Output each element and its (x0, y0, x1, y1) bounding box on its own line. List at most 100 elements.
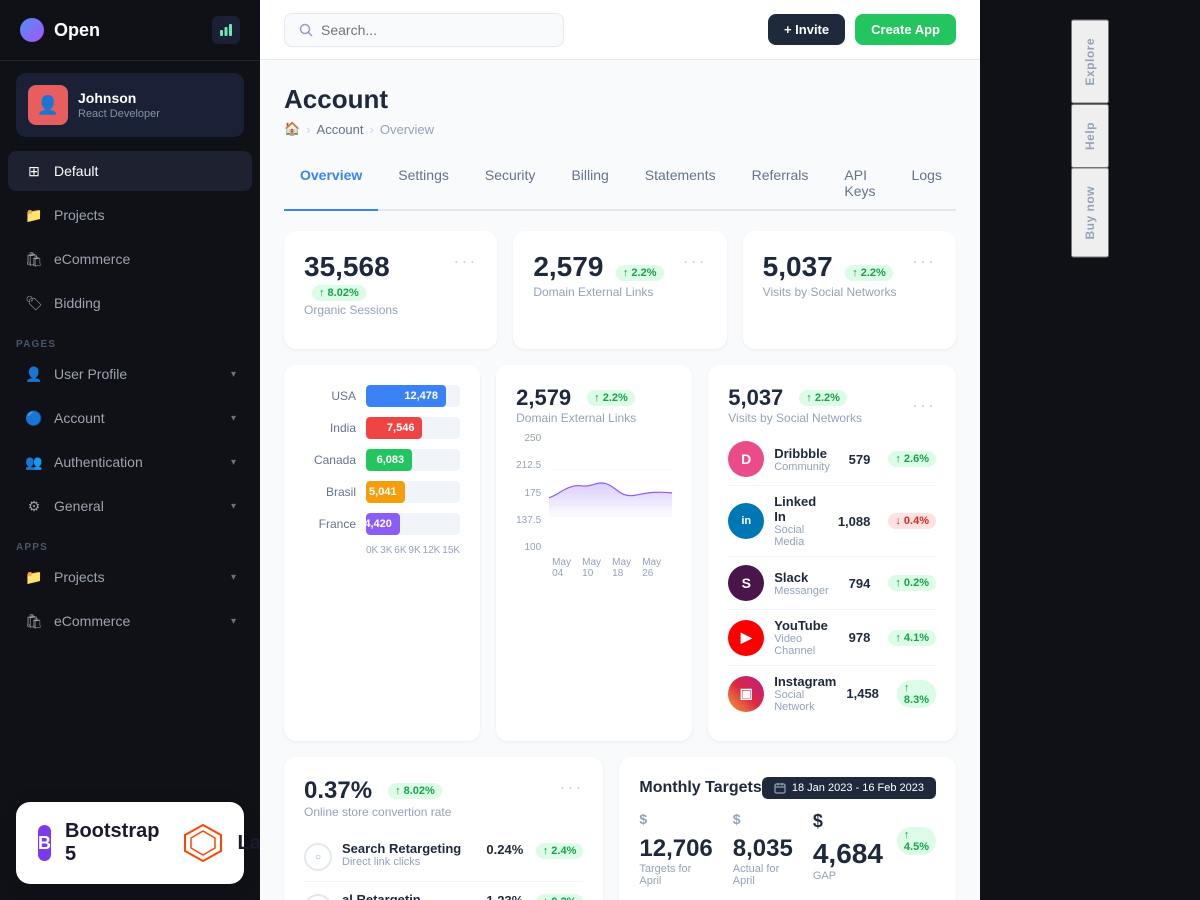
bar-fill-usa: 12,478 (366, 385, 446, 407)
youtube-badge: ↑ 4.1% (888, 630, 936, 646)
sidebar-item-ecommerce[interactable]: 🛍 eCommerce (8, 239, 252, 279)
bar-row-canada: Canada 6,083 (304, 449, 460, 471)
bar-axis: 0K 3K 6K 9K 12K 15K (304, 545, 460, 556)
social-stat-menu[interactable]: ··· (912, 395, 936, 416)
sidebar-item-user-profile[interactable]: 👤 User Profile ▾ (8, 354, 252, 394)
sidebar: Open 👤 Johnson React Developer ⊞ Default… (0, 0, 260, 900)
stat-menu-social[interactable]: ··· (912, 251, 936, 272)
invite-button[interactable]: + Invite (768, 14, 845, 45)
tab-billing[interactable]: Billing (555, 157, 624, 211)
bar-track-india: 7,546 (366, 417, 460, 439)
sidebar-item-label: Bidding (54, 295, 236, 311)
tab-logs[interactable]: Logs (896, 157, 958, 211)
bar-row-india: India 7,546 (304, 417, 460, 439)
social-row-linkedin: in Linked In Social Media 1,088 ↓ 0.4% (728, 486, 936, 557)
folder-icon: 📁 (24, 567, 44, 587)
conversion-menu[interactable]: ··· (559, 777, 583, 798)
tab-api-keys[interactable]: API Keys (828, 157, 891, 211)
dribbble-count: 579 (849, 452, 871, 467)
slack-type: Messanger (774, 585, 838, 597)
sidebar-item-label: Projects (54, 569, 221, 585)
tab-security[interactable]: Security (469, 157, 552, 211)
social-stat-badge: ↑ 2.2% (799, 390, 847, 406)
bootstrap-icon: B (38, 825, 51, 861)
page-title: Account (284, 84, 956, 115)
linkedin-count: 1,088 (838, 514, 871, 529)
stat-menu-sessions[interactable]: ··· (453, 251, 477, 272)
social-row-dribbble: D Dribbble Community 579 ↑ 2.6% (728, 433, 936, 486)
bar-track-usa: 12,478 (366, 385, 460, 407)
social-stat-label: Visits by Social Networks (728, 411, 862, 425)
sidebar-item-general[interactable]: ⚙ General ▾ (8, 486, 252, 526)
person-icon: 👤 (24, 364, 44, 384)
slack-icon: S (728, 565, 764, 601)
tab-referrals[interactable]: Referrals (736, 157, 825, 211)
retarget-badge-search: ↑ 2.4% (536, 843, 584, 859)
sidebar-item-default[interactable]: ⊞ Default (8, 151, 252, 191)
bar-label-usa: USA (304, 389, 356, 403)
conversion-card: 0.37% ↑ 8.02% Online store convertion ra… (284, 757, 603, 900)
monthly-amounts: $ 12,706 Targets for April $ 8,035 Actua… (639, 811, 936, 887)
linkedin-name: Linked In (774, 494, 828, 524)
sidebar-item-label: Authentication (54, 454, 221, 470)
page-header: Account 🏠 › Account › Overview (284, 84, 956, 137)
buy-now-button[interactable]: Buy now (1071, 168, 1109, 258)
stat-badge-sessions: ↑ 8.02% (312, 285, 366, 301)
sidebar-item-projects[interactable]: 📁 Projects (8, 195, 252, 235)
sidebar-item-app-ecommerce[interactable]: 🛍 eCommerce ▾ (8, 601, 252, 641)
line-chart-card: 2,579 ↑ 2.2% Domain External Links 250 2… (496, 365, 692, 741)
stat-label-social: Visits by Social Networks (763, 285, 897, 299)
tab-statements[interactable]: Statements (629, 157, 732, 211)
sidebar-item-app-projects[interactable]: 📁 Projects ▾ (8, 557, 252, 597)
user-card[interactable]: 👤 Johnson React Developer (16, 73, 244, 137)
explore-button[interactable]: Explore (1071, 20, 1109, 104)
sidebar-item-label: eCommerce (54, 251, 236, 267)
social-stat-value: 5,037 (728, 385, 783, 411)
bar-label-india: India (304, 421, 356, 435)
bar-fill-india: 7,546 (366, 417, 422, 439)
bar-track-france: 4,420 (366, 513, 460, 535)
bottom-row: 0.37% ↑ 8.02% Online store convertion ra… (284, 757, 956, 900)
grid-icon: ⊞ (24, 161, 44, 181)
slack-badge: ↑ 0.2% (888, 575, 936, 591)
stat-menu-links[interactable]: ··· (683, 251, 707, 272)
youtube-name: YouTube (774, 618, 838, 633)
bar-fill-canada: 6,083 (366, 449, 412, 471)
youtube-icon: ▶ (728, 620, 764, 656)
line-chart-area: 250 212.5 175 137.5 100 (516, 433, 672, 553)
retarget-row-al: ✉ al Retargetin Direct link clicks 1.23%… (304, 882, 583, 900)
gap-badge: ↑ 4.5% (897, 827, 936, 855)
app-name: Open (54, 20, 100, 41)
chevron-down-icon: ▾ (231, 616, 236, 627)
sidebar-item-label: User Profile (54, 366, 221, 382)
chart-icon[interactable] (212, 16, 240, 44)
content-area: Account 🏠 › Account › Overview Overview … (260, 60, 980, 900)
social-row-instagram: ▣ Instagram Social Network 1,458 ↑ 8.3% (728, 666, 936, 721)
bar-chart-card: USA 12,478 India 7,546 Canada 6,083 (284, 365, 480, 741)
search-input[interactable] (321, 22, 521, 38)
right-panel: Explore Help Buy now (980, 0, 1200, 900)
targets-value: 12,706 (639, 835, 712, 862)
create-app-button[interactable]: Create App (855, 14, 956, 45)
tab-settings[interactable]: Settings (382, 157, 465, 211)
tab-overview[interactable]: Overview (284, 157, 378, 211)
sidebar-item-authentication[interactable]: 👥 Authentication ▾ (8, 442, 252, 482)
dribbble-name: Dribbble (774, 446, 838, 461)
charts-row: USA 12,478 India 7,546 Canada 6,083 (284, 365, 956, 741)
breadcrumb-account[interactable]: Account (317, 122, 364, 137)
sidebar-item-bidding[interactable]: 🏷 Bidding (8, 283, 252, 323)
avatar: 👤 (28, 85, 68, 125)
bar-label-france: France (304, 517, 356, 531)
social-row-slack: S Slack Messanger 794 ↑ 0.2% (728, 557, 936, 610)
linkedin-badge: ↓ 0.4% (888, 513, 936, 529)
home-icon[interactable]: 🏠 (284, 121, 300, 137)
sidebar-item-account[interactable]: 🔵 Account ▾ (8, 398, 252, 438)
retarget-icon-search: ○ (304, 843, 332, 871)
bar-track-canada: 6,083 (366, 449, 460, 471)
chevron-down-icon: ▾ (231, 501, 236, 512)
help-button[interactable]: Help (1071, 104, 1109, 168)
sidebar-header: Open (0, 0, 260, 61)
social-row-youtube: ▶ YouTube Video Channel 978 ↑ 4.1% (728, 610, 936, 666)
bar-fill-brasil: 5,041 (366, 481, 405, 503)
search-box[interactable] (284, 13, 564, 47)
